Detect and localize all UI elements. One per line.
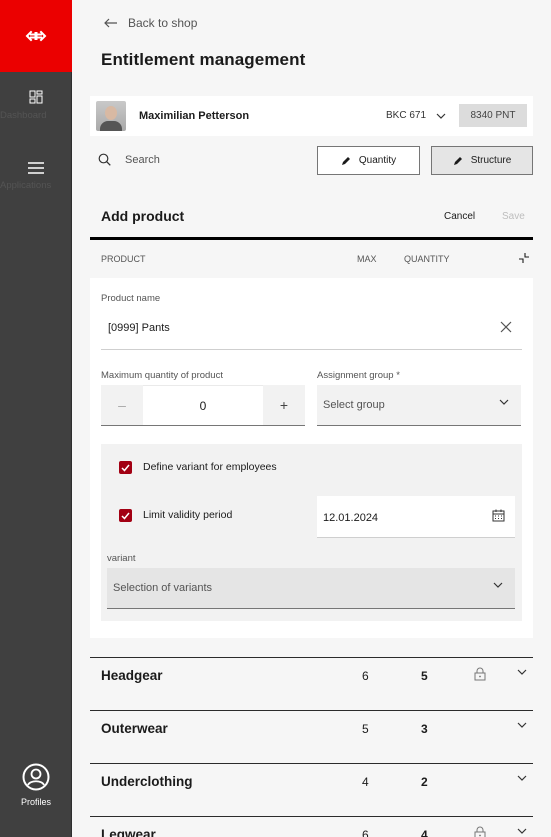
main-content: Back to shop Entitlement management Maxi…	[72, 0, 551, 837]
define-variant-label: Define variant for employees	[143, 461, 277, 473]
chevron-down-icon[interactable]	[517, 669, 527, 675]
product-max: 4	[362, 775, 369, 789]
save-button[interactable]: Save	[502, 211, 525, 222]
structure-button-label: Structure	[470, 155, 512, 166]
table-header: PRODUCT MAX QUANTITY	[90, 240, 533, 278]
chevron-down-icon[interactable]	[517, 775, 527, 781]
assignment-group-select[interactable]: Select group	[317, 385, 521, 426]
variant-placeholder: Selection of variants	[113, 582, 213, 594]
checkmark-icon	[121, 464, 130, 472]
search-placeholder: Search	[125, 153, 160, 166]
variant-label: variant	[107, 553, 136, 564]
column-quantity: QUANTITY	[404, 254, 450, 264]
sidebar-item-label: Applications	[0, 180, 52, 191]
cancel-button[interactable]: Cancel	[444, 211, 475, 222]
sidebar-item-label: Dashboard	[0, 110, 47, 121]
close-icon[interactable]	[500, 321, 512, 333]
table-row[interactable]: Outerwear 5 3	[90, 710, 533, 763]
limit-validity-label: Limit validity period	[143, 509, 233, 521]
chevron-down-icon	[499, 399, 509, 405]
assignment-group-placeholder: Select group	[323, 399, 385, 411]
product-name-label: Product name	[101, 293, 161, 304]
product-quantity: 3	[421, 722, 428, 736]
avatar	[96, 101, 126, 131]
sidebar-item-dashboard[interactable]: Dashboard	[0, 90, 72, 121]
pencil-icon	[341, 156, 350, 165]
product-name-value: [0999] Pants	[108, 322, 170, 334]
pencil-icon	[453, 156, 462, 165]
table-row[interactable]: Headgear 6 5	[90, 657, 533, 710]
lock-icon	[474, 667, 486, 681]
user-name: Maximilian Petterson	[139, 110, 250, 122]
chevron-down-icon[interactable]	[517, 722, 527, 728]
chevron-down-icon[interactable]	[517, 828, 527, 834]
limit-validity-checkbox[interactable]	[119, 509, 132, 522]
search-icon	[98, 153, 111, 166]
sbb-logo-icon[interactable]	[0, 0, 72, 72]
user-circle-icon	[22, 763, 50, 791]
quantity-value[interactable]: 0	[143, 385, 263, 425]
product-max: 5	[362, 722, 369, 736]
product-name: Headgear	[101, 668, 163, 683]
product-name-field[interactable]: [0999] Pants	[101, 313, 522, 350]
max-quantity-label: Maximum quantity of product	[101, 370, 223, 381]
back-link-label: Back to shop	[128, 16, 198, 30]
search-input[interactable]: Search	[98, 153, 160, 166]
dashboard-icon	[29, 90, 43, 104]
column-product: PRODUCT	[101, 254, 146, 264]
table-row[interactable]: Underclothing 4 2	[90, 763, 533, 816]
product-max: 6	[362, 669, 369, 683]
add-product-title: Add product	[101, 208, 185, 224]
checkmark-icon	[121, 512, 130, 520]
product-max: 6	[362, 828, 369, 837]
cost-center-select[interactable]: BKC 671	[386, 110, 446, 121]
sidebar-item-applications[interactable]: Applications	[0, 162, 72, 191]
product-quantity: 5	[421, 669, 428, 683]
page-title: Entitlement management	[101, 50, 306, 69]
product-name: Underclothing	[101, 774, 193, 789]
arrow-left-icon	[104, 18, 117, 28]
product-name: Legwear	[101, 827, 156, 837]
points-badge: 8340 PNT	[459, 104, 527, 127]
table-row[interactable]: Legwear 6 4	[90, 816, 533, 837]
sidebar-item-profiles[interactable]: Profiles	[0, 763, 72, 807]
decrement-button[interactable]: –	[101, 385, 143, 425]
user-bar: Maximilian Petterson BKC 671 8340 PNT	[90, 96, 533, 136]
cost-center-value: BKC 671	[386, 110, 427, 121]
chevron-down-icon	[436, 113, 446, 119]
quantity-stepper: – 0 +	[101, 385, 305, 426]
sidebar-item-label: Profiles	[20, 797, 51, 807]
column-max: MAX	[357, 254, 377, 264]
add-product-form: Product name [0999] Pants Maximum quanti…	[90, 278, 533, 638]
increment-button[interactable]: +	[263, 385, 305, 425]
lock-icon	[474, 826, 486, 837]
product-name: Outerwear	[101, 721, 168, 736]
quantity-button[interactable]: Quantity	[317, 146, 420, 175]
back-link[interactable]: Back to shop	[104, 16, 197, 30]
structure-button[interactable]: Structure	[431, 146, 533, 175]
chevron-down-icon	[493, 582, 503, 588]
add-product-header: Add product Cancel Save	[90, 196, 533, 240]
sidebar: Dashboard Applications Profiles	[0, 0, 72, 837]
menu-icon	[28, 162, 44, 174]
product-quantity: 2	[421, 775, 428, 789]
date-field[interactable]: 12.01.2024	[317, 496, 515, 538]
calendar-icon[interactable]	[492, 509, 505, 522]
quantity-button-label: Quantity	[358, 155, 397, 166]
date-value: 12.01.2024	[323, 512, 379, 524]
assignment-group-label: Assignment group *	[317, 370, 400, 381]
product-quantity: 4	[421, 828, 428, 837]
collapse-icon[interactable]	[518, 252, 530, 264]
define-variant-checkbox[interactable]	[119, 461, 132, 474]
variant-panel: Define variant for employees Limit valid…	[101, 444, 522, 621]
variant-select[interactable]: Selection of variants	[107, 568, 515, 609]
